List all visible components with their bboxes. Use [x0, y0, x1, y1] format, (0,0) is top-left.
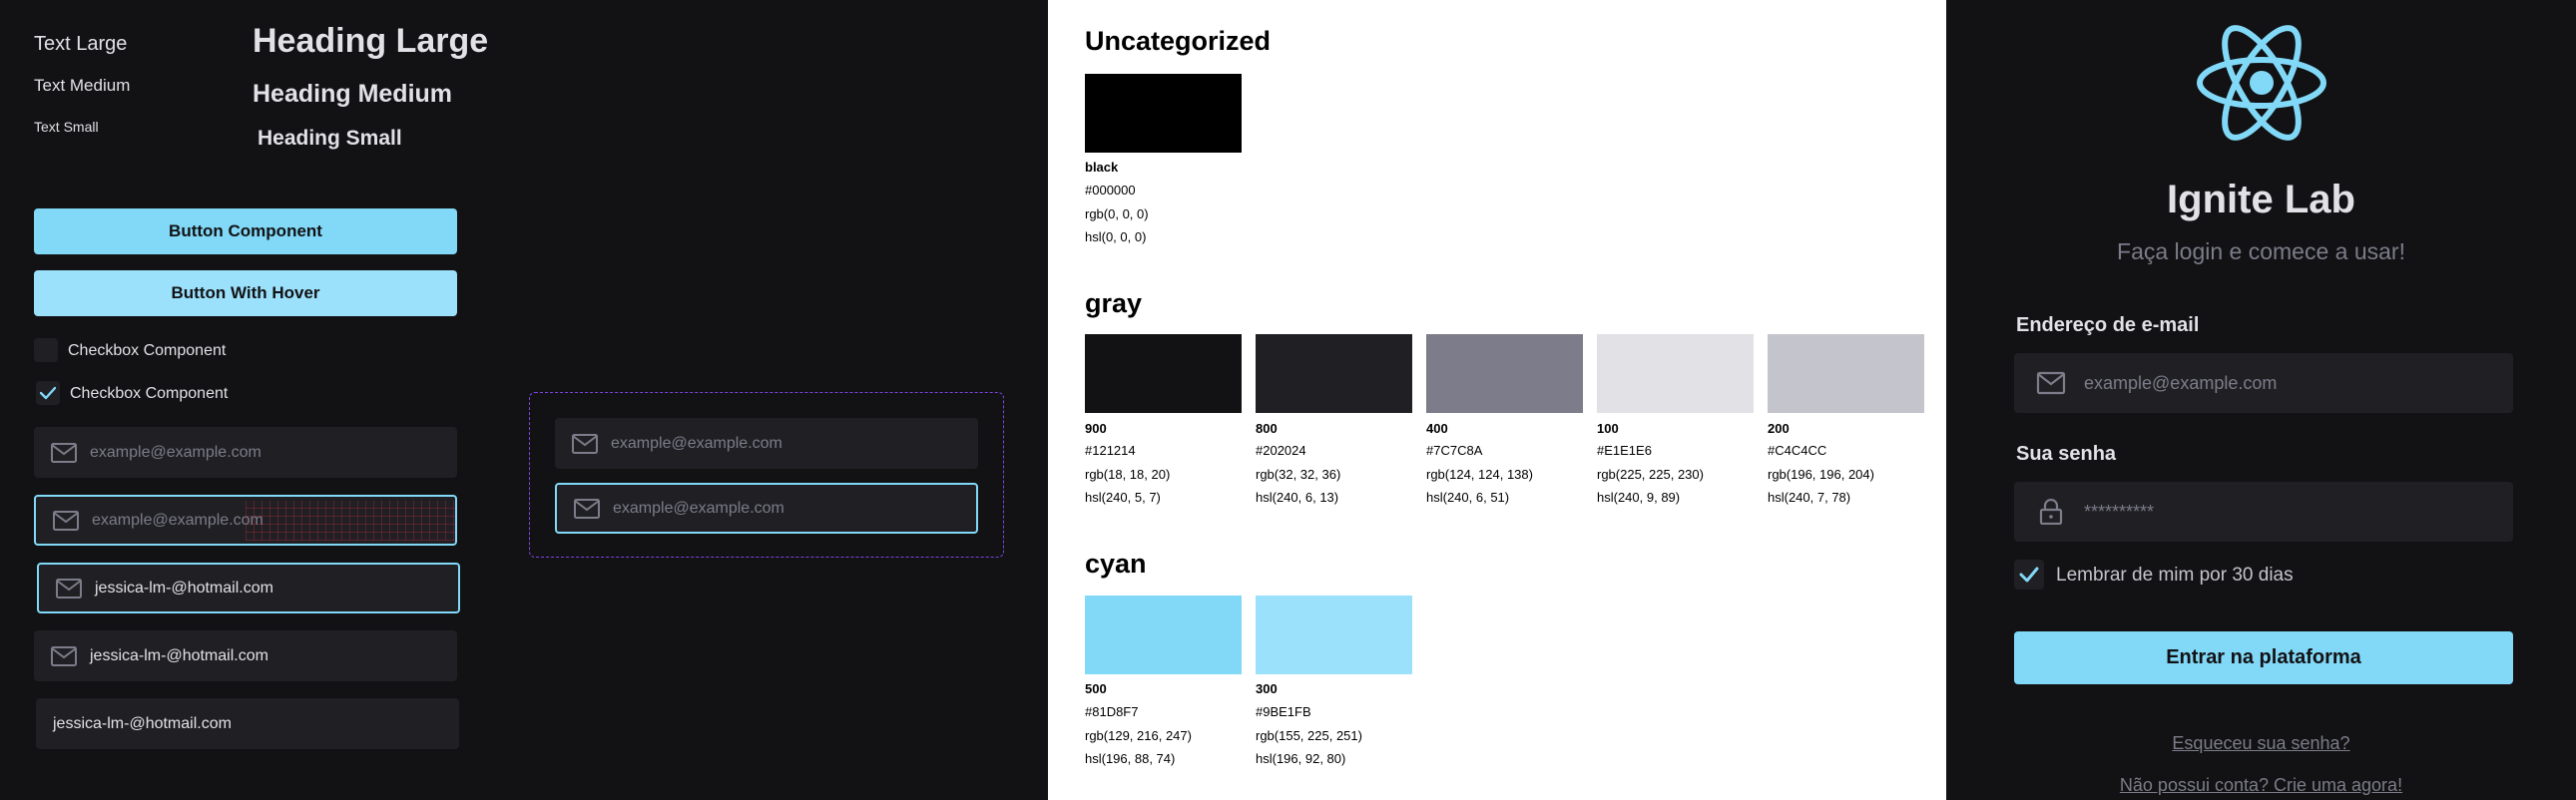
email-input-value: jessica-lm-@hotmail.com	[90, 646, 268, 664]
swatch-rgb: rgb(155, 225, 251)	[1256, 728, 1362, 743]
swatch-hsl: hsl(240, 9, 89)	[1597, 490, 1681, 505]
email-input-focused-filled[interactable]: jessica-lm-@hotmail.com	[37, 563, 460, 613]
color-swatch-gray-200	[1768, 334, 1924, 413]
swatch-hex: #121214	[1085, 443, 1136, 458]
email-input-value: jessica-lm-@hotmail.com	[95, 579, 273, 597]
heading-small-sample: Heading Small	[258, 127, 402, 150]
color-swatch-gray-800	[1256, 334, 1412, 413]
swatch-hsl: hsl(240, 7, 78)	[1768, 490, 1851, 505]
envelope-icon	[2036, 371, 2066, 395]
swatch-hex: #E1E1E6	[1597, 443, 1652, 458]
forgot-password-link[interactable]: Esqueceu sua senha?	[2172, 733, 2349, 753]
envelope-icon	[572, 433, 598, 454]
swatch-name: 200	[1768, 421, 1790, 436]
heading-medium-sample: Heading Medium	[253, 80, 453, 108]
text-medium-sample: Text Medium	[34, 76, 131, 95]
signup-link-wrap: Não possui conta? Crie uma agora!	[1946, 775, 2576, 796]
login-screen: Ignite Lab Faça login e comece a usar! E…	[1946, 0, 2576, 800]
color-swatch-cyan-500	[1085, 596, 1242, 674]
email-input-variant-focused[interactable]: example@example.com	[555, 483, 978, 534]
envelope-icon	[574, 498, 600, 519]
login-submit-button[interactable]: Entrar na plataforma	[2014, 631, 2513, 684]
email-field[interactable]: example@example.com	[2014, 353, 2513, 413]
envelope-icon	[51, 645, 77, 666]
email-input-focused[interactable]: example@example.com	[34, 495, 457, 546]
text-input-no-icon[interactable]: jessica-lm-@hotmail.com	[36, 698, 459, 749]
primary-button[interactable]: Button Component	[34, 208, 457, 254]
remember-label: Lembrar de mim por 30 dias	[2056, 565, 2294, 586]
swatch-hsl: hsl(0, 0, 0)	[1085, 229, 1147, 244]
email-input-placeholder: example@example.com	[611, 434, 782, 452]
swatch-rgb: rgb(18, 18, 20)	[1085, 467, 1171, 482]
swatch-name: 500	[1085, 681, 1107, 696]
check-icon	[2019, 567, 2039, 583]
swatch-name: 900	[1085, 421, 1107, 436]
swatch-hsl: hsl(196, 92, 80)	[1256, 751, 1346, 766]
swatch-hsl: hsl(240, 6, 13)	[1256, 490, 1339, 505]
swatch-rgb: rgb(196, 196, 204)	[1768, 467, 1874, 482]
text-input-value: jessica-lm-@hotmail.com	[53, 714, 232, 732]
envelope-icon	[56, 578, 82, 599]
email-input-placeholder: example@example.com	[90, 443, 261, 461]
forgot-password-link-wrap: Esqueceu sua senha?	[1946, 733, 2576, 754]
swatch-name: 300	[1256, 681, 1278, 696]
swatch-rgb: rgb(129, 216, 247)	[1085, 728, 1192, 743]
email-input-default[interactable]: example@example.com	[34, 427, 457, 478]
swatch-hex: #C4C4CC	[1768, 443, 1827, 458]
remember-checkbox[interactable]	[2014, 560, 2044, 590]
envelope-icon	[53, 510, 79, 531]
debug-grid-overlay	[246, 501, 455, 541]
checkbox-checked[interactable]	[36, 381, 60, 405]
swatch-hsl: hsl(196, 88, 74)	[1085, 751, 1176, 766]
text-small-sample: Text Small	[34, 119, 99, 135]
lock-icon	[2039, 499, 2063, 525]
checkbox-unchecked-label: Checkbox Component	[68, 342, 227, 359]
color-swatch-gray-400	[1426, 334, 1583, 413]
color-palette-panel: Uncategorized black #000000 rgb(0, 0, 0)…	[1048, 0, 1946, 800]
check-icon	[40, 386, 56, 400]
palette-section-title: Uncategorized	[1085, 26, 1272, 56]
palette-section-title: gray	[1085, 288, 1143, 318]
password-label: Sua senha	[2016, 443, 2117, 465]
react-atom-icon	[2197, 25, 2326, 141]
swatch-hex: #7C7C8A	[1426, 443, 1483, 458]
swatch-hsl: hsl(240, 6, 51)	[1426, 490, 1510, 505]
swatch-rgb: rgb(32, 32, 36)	[1256, 467, 1341, 482]
email-input-placeholder: example@example.com	[92, 511, 263, 529]
component-showcase-panel: Text Large Text Medium Text Small Headin…	[0, 0, 1048, 800]
swatch-hex: #81D8F7	[1085, 704, 1139, 719]
swatch-name: 100	[1597, 421, 1619, 436]
checkbox-unchecked[interactable]	[34, 338, 58, 362]
color-swatch-gray-900	[1085, 334, 1242, 413]
email-field-placeholder: example@example.com	[2084, 372, 2278, 393]
signup-link[interactable]: Não possui conta? Crie uma agora!	[2120, 775, 2402, 795]
swatch-hex: #000000	[1085, 183, 1136, 198]
login-subtitle: Faça login e comece a usar!	[2117, 238, 2405, 264]
password-field[interactable]: **********	[2014, 482, 2513, 542]
swatch-hex: #202024	[1256, 443, 1306, 458]
checkbox-checked-label: Checkbox Component	[70, 385, 229, 402]
email-input-variant-default[interactable]: example@example.com	[555, 418, 978, 469]
password-field-placeholder: **********	[2084, 501, 2155, 522]
swatch-name: black	[1085, 160, 1119, 175]
heading-large-sample: Heading Large	[253, 22, 489, 60]
color-swatch-gray-100	[1597, 334, 1754, 413]
swatch-name: 400	[1426, 421, 1448, 436]
color-swatch-cyan-300	[1256, 596, 1412, 674]
envelope-icon	[51, 442, 77, 463]
swatch-rgb: rgb(124, 124, 138)	[1426, 467, 1533, 482]
email-input-placeholder: example@example.com	[613, 499, 784, 517]
login-title: Ignite Lab	[2167, 178, 2355, 221]
hover-button[interactable]: Button With Hover	[34, 270, 457, 316]
email-label: Endereço de e-mail	[2016, 314, 2200, 336]
email-input-filled[interactable]: jessica-lm-@hotmail.com	[34, 630, 457, 681]
swatch-rgb: rgb(225, 225, 230)	[1597, 467, 1704, 482]
palette-section-title: cyan	[1085, 549, 1147, 579]
color-swatch-black	[1085, 74, 1242, 153]
swatch-rgb: rgb(0, 0, 0)	[1085, 206, 1149, 221]
swatch-hex: #9BE1FB	[1256, 704, 1311, 719]
text-large-sample: Text Large	[34, 33, 128, 55]
swatch-name: 800	[1256, 421, 1278, 436]
swatch-hsl: hsl(240, 5, 7)	[1085, 490, 1161, 505]
